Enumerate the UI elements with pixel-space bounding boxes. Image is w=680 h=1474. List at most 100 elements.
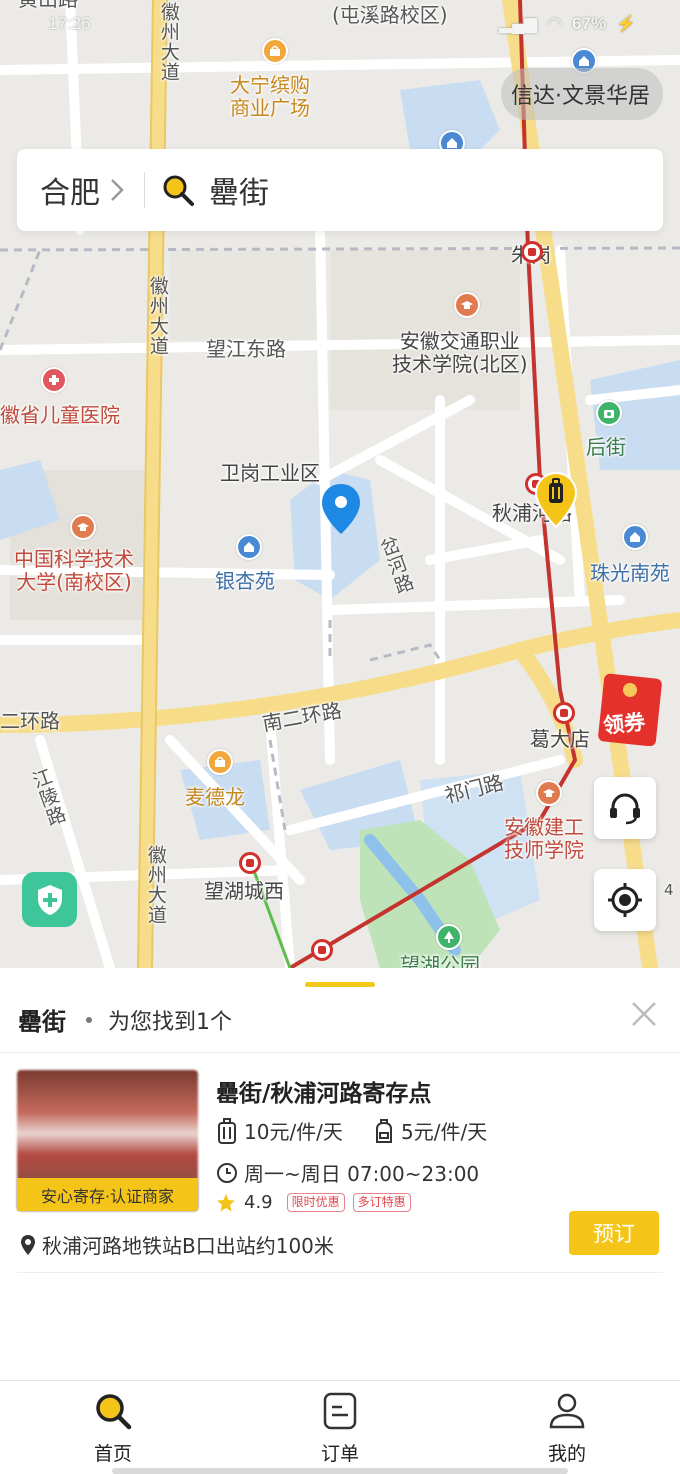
map-label-huizhou-bot: 徽州大道 [144, 845, 167, 925]
map-label-park: 望湖公园 [400, 953, 480, 969]
map-label-yinxingyuan: 银杏苑 [215, 569, 275, 593]
school-poi-icon[interactable] [70, 514, 96, 540]
map-label-houjie: 后街 [586, 435, 626, 459]
search-icon [96, 1394, 132, 1430]
camera-poi-icon[interactable] [596, 400, 622, 426]
map-label-side-number: 4 [664, 881, 674, 899]
battery-level: 67% [572, 14, 607, 33]
sheet-drag-handle[interactable] [305, 982, 375, 987]
map-label-tunxi: (屯溪路校区) [332, 3, 448, 27]
map-view[interactable]: 17:26 ▂▄▆ ◠ 67% ⚡ (屯溪路校区) 黄山路 徽州大道 徽州大道 … [0, 0, 680, 968]
map-label-huizhou-mid: 徽州大道 [146, 276, 169, 356]
school-poi-icon[interactable] [536, 780, 562, 806]
search-icon[interactable] [161, 173, 195, 207]
order-icon [323, 1392, 357, 1430]
rating-value: 4.9 [244, 1192, 273, 1213]
store-name[interactable]: 罍街/秋浦河路寄存点 [216, 1074, 431, 1108]
promo-tag: 多订特惠 [352, 1193, 411, 1212]
metro-station-icon[interactable] [553, 702, 575, 724]
tab-orders[interactable]: 订单 [280, 1391, 400, 1471]
close-icon[interactable] [630, 1000, 658, 1028]
map-label-wangjiang: 望江东路 [206, 337, 286, 361]
store-address[interactable]: 秋浦河路地铁站B口出站约100米 [20, 1230, 334, 1259]
tab-orders-label: 订单 [320, 1443, 359, 1465]
opening-hours: 周一~周日 07:00~23:00 [216, 1158, 479, 1187]
certified-badge: 安心寄存·认证商家 [17, 1178, 198, 1211]
park-poi-icon[interactable] [436, 924, 462, 950]
map-label-children-hospital: 徽省儿童医院 [0, 403, 120, 427]
rating-row: 4.9 限时优惠 多订特惠 [216, 1192, 411, 1213]
backpack-icon [376, 1118, 392, 1143]
results-keyword: 罍街 [18, 1008, 66, 1036]
luggage-price-value: 10元/件/天 [244, 1120, 343, 1144]
shield-icon [37, 884, 62, 915]
headset-icon [610, 793, 640, 825]
bag-price-value: 5元/件/天 [401, 1120, 488, 1144]
school-poi-icon[interactable] [454, 292, 480, 318]
chevron-right-icon[interactable] [108, 175, 126, 205]
status-time: 17:26 [48, 14, 91, 33]
search-divider [144, 172, 145, 208]
search-input[interactable]: 罍街 [209, 168, 269, 212]
suitcase-icon [218, 1117, 236, 1144]
star-icon [217, 1193, 235, 1211]
map-label-huizhou-top: 徽州大道 [157, 2, 180, 82]
search-bar[interactable]: 合肥 罍街 [17, 149, 663, 231]
map-label-ustc: 中国科学技术 大学(南校区) [14, 547, 134, 594]
bag-price: 5元/件/天 [373, 1116, 487, 1145]
safety-guarantee-button[interactable] [22, 872, 77, 927]
nearby-place-label: 信达·文景华居 [511, 84, 650, 109]
charging-icon: ⚡ [616, 16, 636, 33]
map-label-daning: 大宁缤购 商业广场 [230, 73, 310, 120]
tab-home[interactable]: 首页 [53, 1391, 173, 1471]
wifi-icon: ◠ [547, 14, 563, 33]
luggage-price: 10元/件/天 [216, 1116, 343, 1145]
home-indicator [112, 1468, 568, 1474]
divider [0, 1052, 680, 1053]
location-pin-icon[interactable] [320, 482, 362, 536]
map-label-weigang: 卫岗工业区 [220, 461, 320, 485]
map-label-gedadian: 葛大店 [530, 727, 590, 751]
city-selector[interactable]: 合肥 [40, 168, 100, 212]
luggage-store-marker-icon[interactable] [534, 471, 578, 529]
store-card[interactable]: 安心寄存·认证商家 罍街/秋浦河路寄存点 10元/件/天 5元/件/天 周一~周… [17, 1070, 663, 1270]
map-label-anhui-jiangong: 安徽建工 技师学院 [504, 815, 584, 862]
signal-icon: ▂▄▆ [499, 14, 538, 33]
results-header: 罍街 为您找到1个 [18, 1002, 232, 1037]
promo-tag: 限时优惠 [286, 1193, 345, 1212]
tab-home-label: 首页 [93, 1443, 132, 1465]
map-label-zhuguang: 珠光南苑 [590, 561, 670, 585]
location-icon [21, 1234, 35, 1255]
nearby-place-pill[interactable]: 信达·文景华居 [501, 68, 663, 120]
coupon-button[interactable]: 领券 [597, 670, 663, 747]
clock-icon [217, 1162, 237, 1183]
map-label-maidelong: 麦德龙 [185, 785, 245, 809]
customer-service-button[interactable] [594, 777, 656, 839]
bottom-tab-bar: 首页 订单 我的 [0, 1380, 680, 1474]
opening-hours-value: 周一~周日 07:00~23:00 [244, 1162, 480, 1186]
user-icon [549, 1393, 585, 1429]
tab-profile-label: 我的 [547, 1443, 586, 1465]
map-label-anhui-jiaotong: 安徽交通职业 技术学院(北区) [392, 329, 528, 376]
results-sheet[interactable]: 罍街 为您找到1个 安心寄存·认证商家 罍街/秋浦河路寄存点 10元/件/天 5… [0, 968, 680, 1380]
results-count: 为您找到1个 [108, 1009, 232, 1035]
residence-poi-icon[interactable] [622, 524, 648, 550]
coupon-label: 领券 [601, 709, 647, 739]
metro-station-icon[interactable] [239, 852, 261, 874]
shopping-poi-icon[interactable] [262, 38, 288, 64]
locate-me-button[interactable] [594, 869, 656, 931]
shopping-poi-icon[interactable] [207, 749, 233, 775]
crosshair-icon [608, 883, 642, 917]
book-button[interactable]: 预订 [569, 1211, 659, 1255]
metro-station-icon[interactable] [521, 241, 543, 263]
map-label-wanghu: 望湖城西 [204, 879, 284, 903]
store-address-text: 秋浦河路地铁站B口出站约100米 [42, 1234, 334, 1258]
separator-dot [86, 1016, 92, 1023]
map-label-ring-left: 二环路 [0, 709, 60, 733]
residence-poi-icon[interactable] [236, 534, 262, 560]
map-label-huangshan: 黄山路 [18, 0, 78, 11]
divider [17, 1272, 663, 1273]
metro-station-icon[interactable] [311, 939, 333, 961]
tab-profile[interactable]: 我的 [507, 1391, 627, 1471]
hospital-poi-icon[interactable] [41, 367, 67, 393]
